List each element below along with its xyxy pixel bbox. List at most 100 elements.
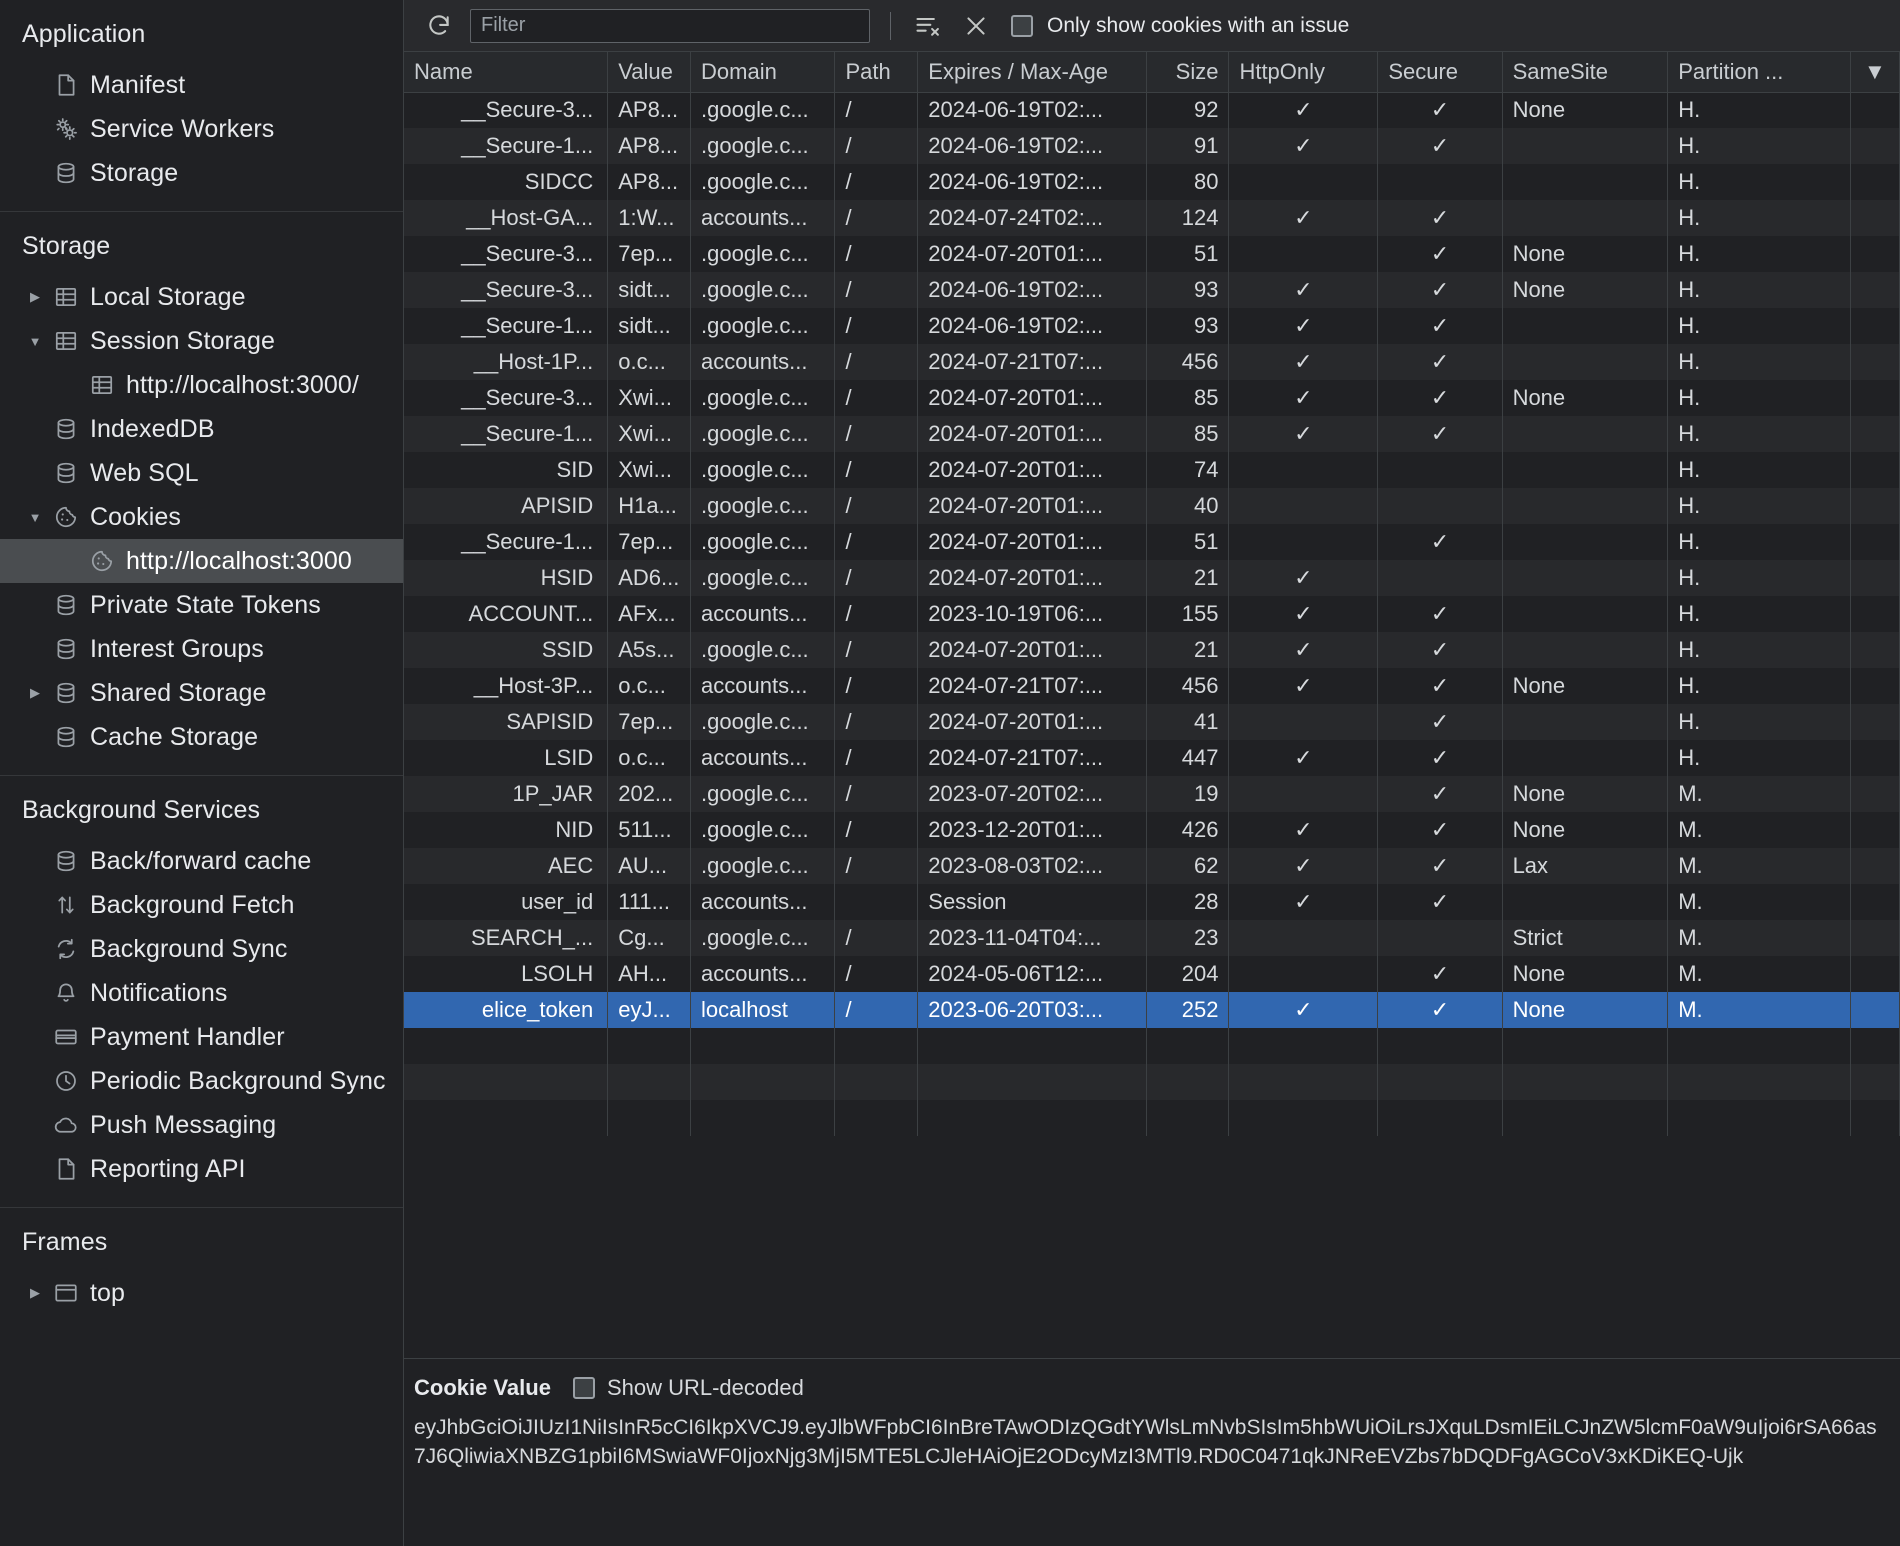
sidebar-item-reporting-api[interactable]: Reporting API [0, 1147, 403, 1191]
table-row[interactable]: __Secure-3... AP8... .google.c.../2024-06-… [404, 92, 1900, 128]
sidebar-item-notifications[interactable]: Notifications [0, 971, 403, 1015]
table-row[interactable]: ACCOUNT... AFx... accounts.../2023-10-19T0… [404, 596, 1900, 632]
table-row[interactable]: SID Xwi... .google.c.../2024-07-20T01:... 7… [404, 452, 1900, 488]
cell-samesite: None [1502, 776, 1669, 812]
cell-domain: .google.c... [690, 920, 836, 956]
show-url-decoded-row[interactable]: Show URL-decoded [572, 1375, 804, 1401]
table-row[interactable]: __Secure-3... 7ep... .google.c.../2024-07-… [404, 236, 1900, 272]
table-row[interactable]: __Host-GA... 1:W... accounts.../2024-07-24… [404, 200, 1900, 236]
cookies-table-body: __Secure-3... AP8... .google.c.../2024-06-… [404, 92, 1900, 1136]
table-row[interactable]: APISID H1a... .google.c.../2024-07-20T01:.… [404, 488, 1900, 524]
sidebar-item-interest-groups[interactable]: Interest Groups [0, 627, 403, 671]
cookie-value-title: Cookie Value [414, 1375, 551, 1400]
cell-size: 21 [1146, 632, 1230, 668]
table-row[interactable]: SEARCH_... Cg... .google.c.../2023-11-04T0… [404, 920, 1900, 956]
cell-value: 7ep... [607, 704, 692, 740]
only-issues-checkbox[interactable] [1011, 14, 1033, 37]
chevron-right-icon[interactable]: ▶ [22, 1285, 48, 1301]
sidebar-item-background-sync[interactable]: Background Sync [0, 927, 403, 971]
show-url-decoded-checkbox[interactable] [572, 1377, 595, 1399]
sidebar-item-periodic-background-sync[interactable]: Periodic Background Sync [0, 1059, 403, 1103]
sidebar-item-label: Shared Storage [90, 678, 267, 707]
table-row[interactable]: AEC AU... .google.c.../2023-08-03T02:... 62… [404, 848, 1900, 884]
cell-value: 202... [607, 776, 692, 812]
sidebar-item-payment-handler[interactable]: Payment Handler [0, 1015, 403, 1059]
cell-path: / [834, 308, 919, 344]
sidebar-item-cookies[interactable]: ▼ Cookies [0, 495, 403, 539]
table-row[interactable]: __Host-3P... o.c... accounts.../2024-07-21… [404, 668, 1900, 704]
table-row[interactable]: user_id 111... accounts... Session 28 ✓ ✓ M. [404, 884, 1900, 920]
column-header-value[interactable]: Value [607, 52, 692, 93]
sidebar-item-session-storage[interactable]: ▼ Session Storage [0, 319, 403, 363]
table-row[interactable]: __Secure-1... 7ep... .google.c.../2024-07-… [404, 524, 1900, 560]
column-header-expires[interactable]: Expires / Max-Age [917, 52, 1147, 93]
search-input[interactable] [481, 14, 859, 37]
sidebar-item-top[interactable]: ▶ top [0, 1271, 403, 1315]
refresh-icon[interactable] [422, 9, 456, 43]
cell-empty [1850, 1028, 1900, 1064]
table-row[interactable]: 1P_JAR 202... .google.c.../2023-07-20T02:.… [404, 776, 1900, 812]
chevron-right-icon[interactable]: ▶ [22, 685, 48, 701]
sidebar-item-background-fetch[interactable]: Background Fetch [0, 883, 403, 927]
table-row[interactable]: __Secure-3... Xwi... .google.c.../2024-07-… [404, 380, 1900, 416]
column-header-path[interactable]: Path [834, 52, 919, 93]
cell-empty [1146, 1100, 1230, 1136]
table-row[interactable]: SAPISID 7ep... .google.c.../2024-07-20T01:… [404, 704, 1900, 740]
table-row[interactable]: SIDCC AP8... .google.c.../2024-06-19T02:..… [404, 164, 1900, 200]
filter-input-box[interactable] [470, 8, 870, 43]
chevron-down-icon[interactable]: ▼ [22, 334, 48, 349]
clear-all-cookies-icon[interactable] [911, 9, 945, 43]
column-header-partition[interactable]: Partition ... [1667, 52, 1851, 93]
table-row[interactable]: NID 511... .google.c.../2023-12-20T01:... 4… [404, 812, 1900, 848]
cell-partition: M. [1667, 884, 1851, 920]
only-issues-checkbox-row[interactable]: Only show cookies with an issue [1011, 14, 1349, 38]
sidebar-item-push-messaging[interactable]: Push Messaging [0, 1103, 403, 1147]
sidebar-item-shared-storage[interactable]: ▶ Shared Storage [0, 671, 403, 715]
toolbar-divider [890, 11, 891, 40]
sidebar-item-private-state-tokens[interactable]: Private State Tokens [0, 583, 403, 627]
chevron-down-icon[interactable]: ▼ [22, 510, 48, 525]
table-row[interactable]: LSOLH AH... accounts.../2024-05-06T12:... 2… [404, 956, 1900, 992]
column-header-sort[interactable]: ▼ [1850, 52, 1900, 93]
cell-partition: H. [1667, 596, 1851, 632]
column-header-secure[interactable]: Secure [1377, 52, 1503, 93]
table-row[interactable]: __Secure-3... sidt... .google.c.../2024-06… [404, 272, 1900, 308]
table-row[interactable]: __Secure-1... AP8... .google.c.../2024-06-… [404, 128, 1900, 164]
sidebar-item-cache-storage[interactable]: Cache Storage [0, 715, 403, 759]
sidebar-item-manifest[interactable]: Manifest [0, 63, 403, 107]
cell-samesite: None [1502, 236, 1669, 272]
cell-partition: H. [1667, 452, 1851, 488]
table-row[interactable]: SSID A5s... .google.c.../2024-07-20T01:...… [404, 632, 1900, 668]
sidebar-item-service-workers[interactable]: Service Workers [0, 107, 403, 151]
cell-value: A5s... [607, 632, 692, 668]
cell-size: 92 [1146, 92, 1230, 128]
table-row[interactable]: __Secure-1... Xwi... .google.c.../2024-07-… [404, 416, 1900, 452]
table-row[interactable]: __Host-1P... o.c... accounts.../2024-07-21… [404, 344, 1900, 380]
sidebar-item-label: Push Messaging [90, 1110, 277, 1139]
cell-partition: H. [1667, 308, 1851, 344]
table-row[interactable]: __Secure-1... sidt... .google.c.../2024-06… [404, 308, 1900, 344]
cookies-table-container[interactable]: Name Value Domain Path Expires / Max-Age Size… [404, 52, 1900, 1358]
chevron-right-icon[interactable]: ▶ [22, 289, 48, 305]
sidebar-item-indexeddb[interactable]: IndexedDB [0, 407, 403, 451]
sidebar-item-storage[interactable]: Storage [0, 151, 403, 195]
cell-samesite: None [1502, 92, 1669, 128]
cell-secure: ✓ [1377, 956, 1503, 992]
table-row[interactable]: elice_token eyJ... localhost/2023-06-20T03… [404, 992, 1900, 1028]
column-header-name[interactable]: Name [404, 52, 609, 93]
table-row[interactable]: HSID AD6... .google.c.../2024-07-20T01:...… [404, 560, 1900, 596]
column-header-httponly[interactable]: HttpOnly [1228, 52, 1379, 93]
sidebar-item-http-localhost-3000[interactable]: http://localhost:3000 [0, 539, 403, 583]
column-header-samesite[interactable]: SameSite [1502, 52, 1669, 93]
column-header-size[interactable]: Size [1146, 52, 1230, 93]
sidebar-item-back-forward-cache[interactable]: Back/forward cache [0, 839, 403, 883]
sidebar-item-http-localhost-3000[interactable]: http://localhost:3000/ [0, 363, 403, 407]
cell-row-end [1850, 416, 1900, 452]
column-header-domain[interactable]: Domain [690, 52, 836, 93]
sidebar-item-web-sql[interactable]: Web SQL [0, 451, 403, 495]
delete-selected-cookie-icon[interactable] [959, 9, 993, 43]
sidebar-item-local-storage[interactable]: ▶ Local Storage [0, 275, 403, 319]
cell-empty [690, 1028, 836, 1064]
table-row[interactable]: LSID o.c... accounts.../2024-07-21T07:... 4… [404, 740, 1900, 776]
cell-httponly: ✓ [1228, 884, 1379, 920]
